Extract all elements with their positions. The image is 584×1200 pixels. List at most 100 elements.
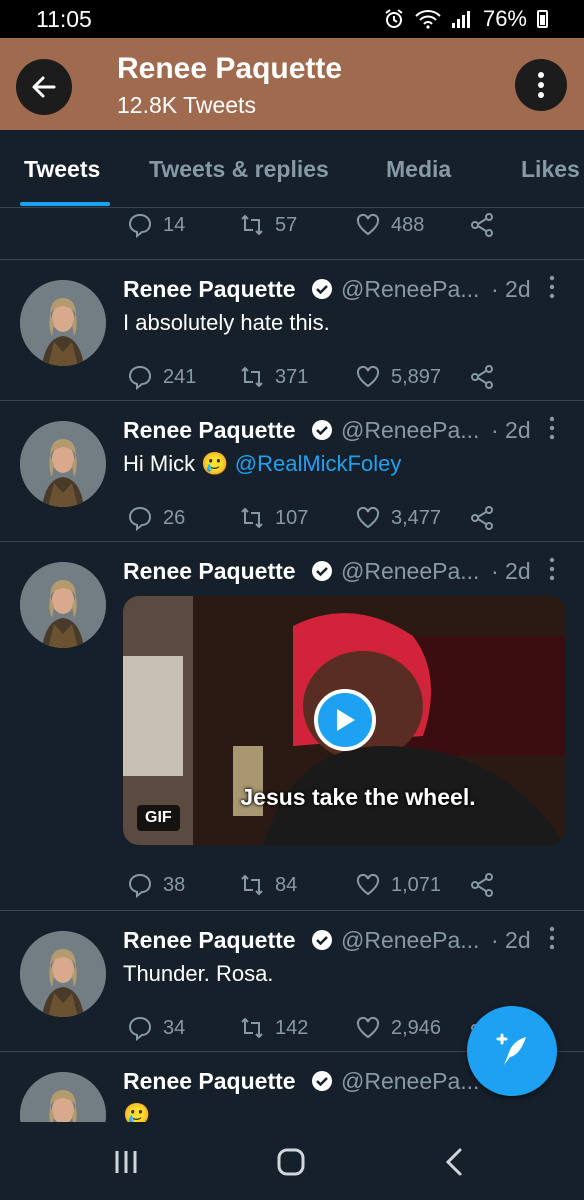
tweet-time: · 2d — [491, 927, 531, 953]
tweet-menu-icon[interactable] — [545, 415, 559, 441]
back-button[interactable] — [16, 59, 72, 115]
share-icon — [471, 506, 493, 530]
profile-photo — [20, 280, 106, 366]
author-name[interactable]: Renee Paquette — [123, 927, 296, 954]
tab-likes[interactable]: Likes — [521, 156, 580, 183]
tweet-actions: 38 84 1,071 — [123, 872, 563, 902]
tab-media[interactable]: Media — [386, 156, 451, 183]
tab-tweets-replies[interactable]: Tweets & replies — [149, 156, 329, 183]
tweet-menu-icon[interactable] — [545, 925, 559, 951]
system-nav-bar — [0, 1122, 584, 1200]
like-button[interactable]: 5,897 — [355, 364, 441, 390]
retweet-button[interactable]: 142 — [239, 1015, 308, 1041]
author-handle[interactable]: @ReneePa... — [341, 1068, 479, 1095]
profile-name: Renee Paquette — [117, 52, 343, 85]
battery-percent: 76% — [482, 6, 527, 31]
author-handle[interactable]: @ReneePa... — [341, 417, 479, 444]
tweet[interactable]: Renee Paquette @ReneePa... · 2d Hi Mick … — [0, 401, 584, 542]
author-handle[interactable]: @ReneePa... — [341, 558, 479, 585]
home-button[interactable] — [271, 1146, 311, 1178]
compose-tweet-button[interactable] — [467, 1006, 557, 1096]
reply-button[interactable]: 38 — [127, 872, 185, 898]
vertical-dots-icon — [538, 72, 544, 98]
back-chevron-icon — [445, 1148, 462, 1176]
tweet[interactable]: Renee Paquette @ReneePa... · 2d I absolu… — [0, 260, 584, 401]
back-nav-button[interactable] — [434, 1146, 474, 1178]
verified-badge-icon — [312, 279, 332, 299]
tweet-text: Thunder. Rosa. — [123, 961, 274, 986]
active-tab-indicator — [20, 202, 110, 206]
avatar[interactable] — [20, 1072, 106, 1122]
profile-header: Renee Paquette 12.8K Tweets — [0, 38, 584, 130]
retweet-icon — [241, 214, 263, 236]
share-button[interactable] — [469, 364, 495, 390]
reply-count: 38 — [163, 873, 186, 896]
author-name[interactable]: Renee Paquette — [123, 558, 296, 585]
heart-icon — [356, 213, 380, 236]
author-name[interactable]: Renee Paquette — [123, 1068, 296, 1095]
heart-icon — [356, 873, 380, 896]
home-icon — [277, 1148, 305, 1176]
reply-button[interactable]: 34 — [127, 1015, 185, 1041]
reply-button[interactable]: 26 — [127, 505, 185, 531]
retweet-icon — [241, 507, 263, 529]
reply-button[interactable]: 241 — [127, 364, 196, 390]
wifi-icon — [415, 10, 441, 29]
alarm-icon — [385, 9, 403, 28]
profile-photo — [20, 562, 106, 648]
tweet-actions: 14 57 488 — [123, 212, 563, 242]
like-button[interactable]: 2,946 — [355, 1015, 441, 1041]
author-name[interactable]: Renee Paquette — [123, 276, 296, 303]
more-options-button[interactable] — [515, 59, 567, 111]
heart-icon — [356, 365, 380, 388]
author-handle[interactable]: @ReneePa... — [341, 276, 479, 303]
tweet-header: Renee Paquette @ReneePa... · 2d — [123, 925, 563, 957]
reply-count: 26 — [163, 506, 186, 529]
verified-badge-icon — [312, 930, 332, 950]
recent-apps-button[interactable] — [106, 1146, 146, 1178]
retweet-button[interactable]: 84 — [239, 872, 297, 898]
tweet-header: Renee Paquette @ReneePa... · 2d — [123, 556, 563, 588]
avatar[interactable] — [20, 562, 106, 648]
like-button[interactable]: 3,477 — [355, 505, 441, 531]
verified-badge-icon — [312, 561, 332, 581]
profile-photo — [20, 421, 106, 507]
avatar[interactable] — [20, 931, 106, 1017]
tweet-time: · 2d — [491, 417, 531, 443]
share-icon — [471, 213, 493, 237]
verified-badge-icon — [312, 420, 332, 440]
mention-link[interactable]: @RealMickFoley — [235, 451, 402, 476]
gif-media[interactable]: Jesus take the wheel. GIF — [123, 596, 565, 845]
tab-tweets[interactable]: Tweets — [24, 156, 100, 183]
like-button[interactable]: 488 — [355, 212, 424, 238]
like-button[interactable]: 1,071 — [355, 872, 441, 898]
heart-icon — [356, 1016, 380, 1039]
retweet-button[interactable]: 371 — [239, 364, 308, 390]
reply-icon — [128, 506, 152, 531]
avatar[interactable] — [20, 421, 106, 507]
tweet[interactable]: Renee Paquette @ReneePa... · 2d Jesus ta… — [0, 542, 584, 911]
share-button[interactable] — [469, 872, 495, 898]
reply-icon — [128, 365, 152, 390]
avatar[interactable] — [20, 280, 106, 366]
arrow-left-icon — [32, 76, 56, 98]
retweet-button[interactable]: 57 — [239, 212, 297, 238]
tweet-partial[interactable]: 14 57 488 — [0, 208, 584, 260]
tweet-time: · 2d — [491, 276, 531, 302]
share-button[interactable] — [469, 212, 495, 238]
like-count: 1,071 — [391, 873, 442, 896]
author-name[interactable]: Renee Paquette — [123, 417, 296, 444]
like-count: 3,477 — [391, 506, 442, 529]
tweet-feed[interactable]: 14 57 488 Renee Paquette @ReneePa... · 2… — [0, 208, 584, 1122]
tweet-menu-icon[interactable] — [545, 274, 559, 300]
author-handle[interactable]: @ReneePa... — [341, 927, 479, 954]
reply-button[interactable]: 14 — [127, 212, 185, 238]
share-button[interactable] — [469, 505, 495, 531]
tweet-header: Renee Paquette @ReneePa... · 2d — [123, 274, 563, 306]
like-count: 488 — [391, 213, 425, 236]
share-icon — [471, 365, 493, 389]
tweet-menu-icon[interactable] — [545, 556, 559, 582]
retweet-button[interactable]: 107 — [239, 505, 308, 531]
profile-photo — [20, 931, 106, 1017]
play-button[interactable] — [314, 689, 376, 751]
